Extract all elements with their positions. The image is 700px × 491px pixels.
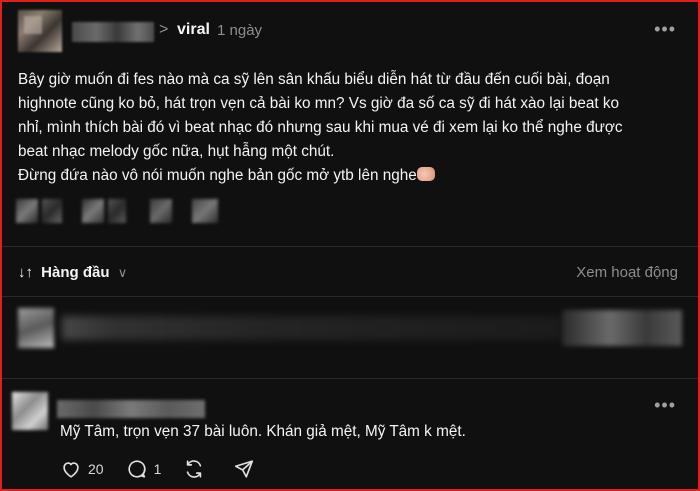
threads-post-screenshot: > viral 1 ngày ••• Bây giờ muốn đi fes n… xyxy=(0,0,700,491)
send-icon xyxy=(235,460,254,478)
reply-media-blurred xyxy=(562,310,682,346)
divider xyxy=(2,378,698,379)
chevron-down-icon: ∨ xyxy=(117,265,128,280)
reply-button[interactable]: 1 xyxy=(126,458,162,480)
repost-button[interactable] xyxy=(183,458,211,480)
sort-dropdown[interactable]: ↓↑ Hàng đầu ∨ xyxy=(18,264,127,281)
reply-count: 1 xyxy=(153,461,162,477)
repost-icon xyxy=(187,460,202,478)
divider xyxy=(2,246,698,247)
divider xyxy=(2,296,698,297)
chevron-right-icon: > xyxy=(159,21,169,38)
reply-count-blurred xyxy=(108,199,126,223)
like-action-blurred[interactable] xyxy=(16,199,38,223)
post-line-4: beat nhạc melody gốc nữa, hụt hẫng một c… xyxy=(18,143,335,160)
author-name-blurred[interactable] xyxy=(72,22,154,42)
comment-avatar-blurred[interactable] xyxy=(12,392,48,430)
post-line-3: nhỉ, mình thích bài đó vì beat nhạc đó n… xyxy=(18,119,623,136)
view-activity-link[interactable]: Xem hoạt động xyxy=(576,264,678,281)
topic-tag[interactable]: viral xyxy=(177,21,210,39)
share-action-blurred[interactable] xyxy=(192,199,218,223)
heart-icon xyxy=(63,462,79,478)
like-count-blurred xyxy=(42,199,62,223)
share-button[interactable] xyxy=(233,458,261,480)
comment-icon xyxy=(128,460,146,478)
post-text: Bây giờ muốn đi fes nào mà ca sỹ lên sân… xyxy=(18,68,678,188)
reply-action-blurred[interactable] xyxy=(82,199,104,223)
sort-arrows-icon: ↓↑ xyxy=(18,264,33,281)
post-line-5: Đừng đứa nào vô nói muốn nghe bản gốc mở… xyxy=(18,164,678,188)
author-avatar-blurred[interactable] xyxy=(18,10,62,52)
post-line-5-text: Đừng đứa nào vô nói muốn nghe bản gốc mở… xyxy=(18,167,417,184)
post-timestamp: 1 ngày xyxy=(217,22,263,39)
reply-blurred[interactable] xyxy=(2,298,698,362)
sort-label: Hàng đầu xyxy=(41,264,110,281)
reply-text-blurred xyxy=(62,316,562,340)
like-button[interactable]: 20 xyxy=(60,458,104,480)
comment-more-options-icon[interactable]: ••• xyxy=(654,395,676,416)
comment-author-blurred[interactable] xyxy=(57,400,205,418)
repost-action-blurred[interactable] xyxy=(150,199,172,223)
fist-emoji-icon xyxy=(416,167,435,181)
like-count: 20 xyxy=(88,461,104,477)
more-options-icon[interactable]: ••• xyxy=(654,19,676,40)
post-line-1: Bây giờ muốn đi fes nào mà ca sỹ lên sân… xyxy=(18,71,610,88)
post-line-2: highnote cũng ko bỏ, hát trọn vẹn cả bài… xyxy=(18,95,620,112)
reply-avatar-blurred xyxy=(18,308,54,348)
comment-actions: 20 1 xyxy=(60,458,283,480)
comment-text: Mỹ Tâm, trọn vẹn 37 bài luôn. Khán giả m… xyxy=(60,423,466,440)
